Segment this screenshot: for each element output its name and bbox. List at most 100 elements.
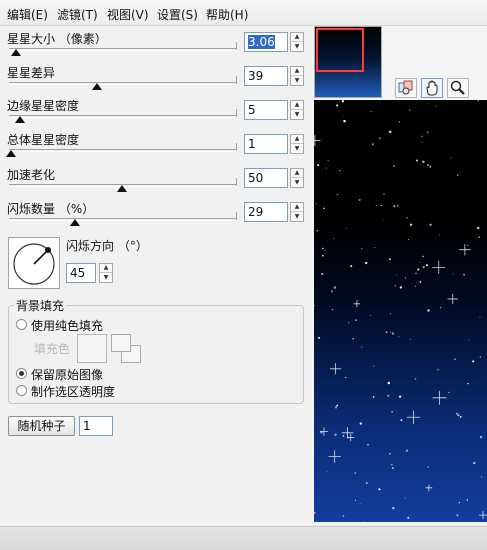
spin-down-icon[interactable]: ▼ (291, 212, 303, 221)
star-size-spinner[interactable]: ▲ ▼ (290, 32, 304, 52)
overall-density-input[interactable]: 1 (244, 134, 288, 154)
star-variance-input[interactable]: 39 (244, 66, 288, 86)
zoom-tool-button[interactable] (447, 78, 469, 98)
seed-input[interactable]: 1 (79, 416, 113, 436)
star-sparkle (459, 244, 471, 256)
viewport-rect[interactable] (316, 28, 364, 72)
aging-spinner[interactable]: ▲ ▼ (290, 168, 304, 188)
view-tool-button[interactable] (395, 78, 417, 98)
direction-dial[interactable] (8, 237, 60, 289)
star-dot (435, 105, 437, 107)
spin-down-icon[interactable]: ▼ (291, 76, 303, 85)
slider-end-mark (236, 178, 237, 186)
star-variance-thumb[interactable] (92, 83, 103, 90)
menu-edit[interactable]: 编辑(E) (7, 6, 48, 23)
star-dot (330, 290, 333, 293)
star-size-thumb[interactable] (10, 49, 21, 56)
preview-canvas[interactable] (314, 100, 487, 522)
menu-view[interactable]: 视图(V) (107, 6, 149, 23)
star-dot (414, 285, 416, 287)
spin-up-icon[interactable]: ▲ (291, 135, 303, 144)
star-sparkle (432, 260, 446, 274)
star-dot (438, 234, 440, 236)
star-dot (375, 205, 377, 207)
star-dot (327, 160, 329, 162)
star-dot (457, 414, 460, 417)
star-variance-slider[interactable] (9, 82, 237, 85)
spin-down-icon[interactable]: ▼ (291, 144, 303, 153)
radio-keep-original[interactable] (16, 368, 27, 379)
slider-row-star-size: 星星大小 （像素） 3.06 ▲ ▼ (0, 30, 310, 64)
radio-solid-fill[interactable] (16, 319, 27, 330)
star-sparkle (330, 363, 342, 375)
slider-row-edge-density: 边缘星星密度 5 ▲ ▼ (0, 97, 310, 131)
star-dot (336, 104, 339, 107)
menu-settings[interactable]: 设置(S) (157, 6, 198, 23)
edge-density-spinner[interactable]: ▲ ▼ (290, 100, 304, 120)
spin-up-icon[interactable]: ▲ (291, 33, 303, 42)
spin-down-icon[interactable]: ▼ (291, 42, 303, 51)
aging-input[interactable]: 50 (244, 168, 288, 188)
random-seed-button[interactable]: 随机种子 (8, 416, 75, 436)
star-dot (382, 219, 384, 221)
starfield-preview (314, 100, 487, 522)
star-variance-spinner[interactable]: ▲ ▼ (290, 66, 304, 86)
spin-down-icon[interactable]: ▼ (291, 178, 303, 187)
star-dot (391, 411, 393, 413)
star-sparkle (341, 426, 354, 439)
star-size-label: 星星大小 （像素） (7, 32, 107, 46)
spin-down-icon[interactable]: ▼ (291, 110, 303, 119)
spin-up-icon[interactable]: ▲ (291, 203, 303, 212)
star-dot (427, 309, 430, 312)
star-dot (426, 102, 428, 104)
edge-density-label: 边缘星星密度 (7, 99, 80, 113)
star-dot (390, 331, 392, 333)
menu-help[interactable]: 帮助(H) (206, 6, 248, 23)
star-dot (378, 137, 381, 140)
star-sparkle (406, 410, 421, 424)
star-dot (324, 249, 326, 251)
fill-color-swatch[interactable] (77, 334, 107, 363)
star-dot (345, 227, 347, 229)
star-dot (405, 449, 409, 452)
spin-up-icon[interactable]: ▲ (291, 101, 303, 110)
overall-density-thumb[interactable] (6, 150, 17, 157)
star-size-input[interactable]: 3.06 (244, 32, 288, 52)
radio-selection-transparency[interactable] (16, 385, 27, 396)
star-dot (345, 376, 347, 379)
overall-density-slider[interactable] (9, 149, 237, 152)
star-dot (463, 274, 465, 276)
spin-up-icon[interactable]: ▲ (100, 264, 112, 273)
edge-density-input[interactable]: 5 (244, 100, 288, 120)
edge-density-slider[interactable] (9, 115, 237, 118)
star-dot (454, 358, 456, 361)
direction-input[interactable]: 45 (66, 263, 96, 283)
aging-thumb[interactable] (117, 185, 127, 192)
star-dot (342, 515, 345, 517)
star-dot (391, 332, 395, 335)
twinkle-amount-thumb[interactable] (69, 219, 80, 226)
twinkle-amount-input[interactable]: 29 (244, 202, 288, 222)
background-fill-title: 背景填充 (14, 297, 67, 314)
star-dot (361, 248, 363, 250)
navigator-thumbnail[interactable] (314, 26, 382, 98)
star-dot (361, 346, 363, 348)
twinkle-amount-spinner[interactable]: ▲ ▼ (290, 202, 304, 222)
spin-up-icon[interactable]: ▲ (291, 67, 303, 76)
twinkle-amount-slider[interactable] (9, 218, 237, 221)
overall-density-spinner[interactable]: ▲ ▼ (290, 134, 304, 154)
star-dot (397, 205, 399, 207)
star-dot (415, 272, 417, 275)
spin-up-icon[interactable]: ▲ (291, 169, 303, 178)
star-dot (317, 164, 320, 167)
primary-color-swatch[interactable] (111, 334, 131, 352)
star-dot (477, 100, 479, 102)
star-dot (477, 226, 480, 230)
star-size-slider[interactable] (9, 48, 237, 51)
direction-spinner[interactable]: ▲ ▼ (99, 263, 113, 283)
spin-down-icon[interactable]: ▼ (100, 273, 112, 282)
star-sparkle (319, 427, 329, 436)
edge-density-thumb[interactable] (15, 116, 26, 123)
menu-filter[interactable]: 滤镜(T) (57, 6, 98, 23)
hand-tool-button[interactable] (421, 78, 443, 98)
